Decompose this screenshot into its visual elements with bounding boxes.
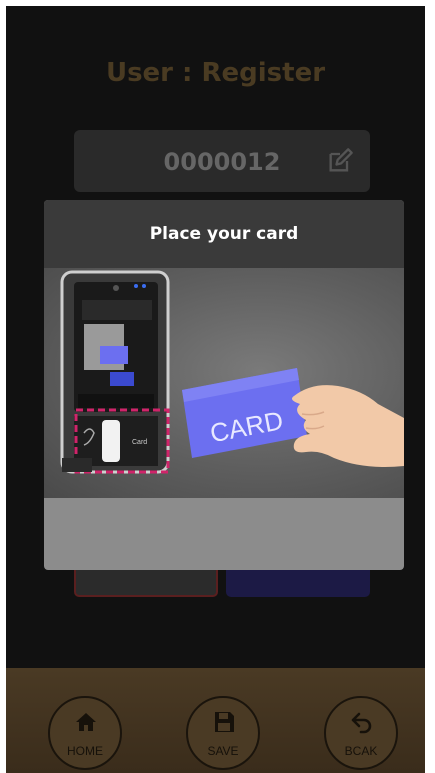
- back-button-label: BCAK: [344, 744, 378, 758]
- edit-icon[interactable]: [326, 147, 354, 175]
- home-icon: [76, 713, 96, 731]
- device-card-label: Card: [132, 439, 147, 446]
- home-button-label: HOME: [67, 744, 103, 758]
- card-reader-illustration: Card CARD: [44, 268, 404, 498]
- place-card-dialog: Place your card Card CARD: [44, 200, 404, 570]
- dialog-header: Place your card: [44, 200, 404, 268]
- page-title: User : Register: [105, 58, 326, 88]
- terminal-device-icon: Card: [60, 270, 170, 474]
- register-screen: User : Register 0000012 HOME SAVE BCAK P…: [6, 6, 425, 773]
- dialog-title: Place your card: [149, 224, 299, 244]
- back-arrow-icon: [351, 712, 372, 734]
- back-button[interactable]: BCAK: [324, 696, 398, 770]
- floppy-disk-icon: [215, 712, 234, 732]
- save-button-label: SAVE: [207, 744, 239, 758]
- save-button[interactable]: SAVE: [186, 696, 260, 770]
- hand-icon: [292, 385, 404, 467]
- user-id-field[interactable]: 0000012: [74, 130, 370, 192]
- home-button[interactable]: HOME: [48, 696, 122, 770]
- bottom-nav-bar: HOME SAVE BCAK: [6, 668, 425, 773]
- rfid-card-icon: CARD: [182, 368, 307, 458]
